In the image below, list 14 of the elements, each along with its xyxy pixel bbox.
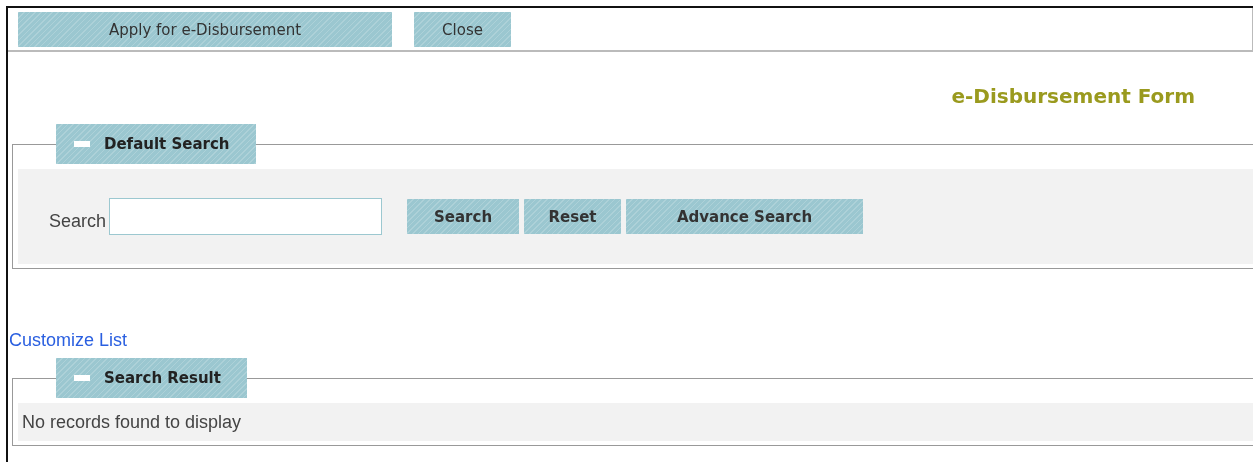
action-button[interactable]: Apply for e-Disbursement xyxy=(18,12,392,47)
action-button[interactable]: Search xyxy=(407,199,520,234)
empty-message: No records found to display xyxy=(22,411,242,433)
form-title: e-Disbursement Form xyxy=(951,84,1195,110)
search-label: Search xyxy=(49,211,107,232)
action-button[interactable]: Advance Search xyxy=(626,199,864,234)
collapse-icon[interactable] xyxy=(74,375,90,381)
search-field[interactable] xyxy=(109,198,383,235)
collapse-icon[interactable] xyxy=(74,141,90,147)
section-header[interactable]: Search Result xyxy=(56,358,247,398)
action-button[interactable]: Close xyxy=(414,12,511,47)
section-header[interactable]: Default Search xyxy=(56,124,256,164)
customize-list-link[interactable]: Customize List xyxy=(9,330,1253,358)
action-button[interactable]: Reset xyxy=(524,199,622,234)
